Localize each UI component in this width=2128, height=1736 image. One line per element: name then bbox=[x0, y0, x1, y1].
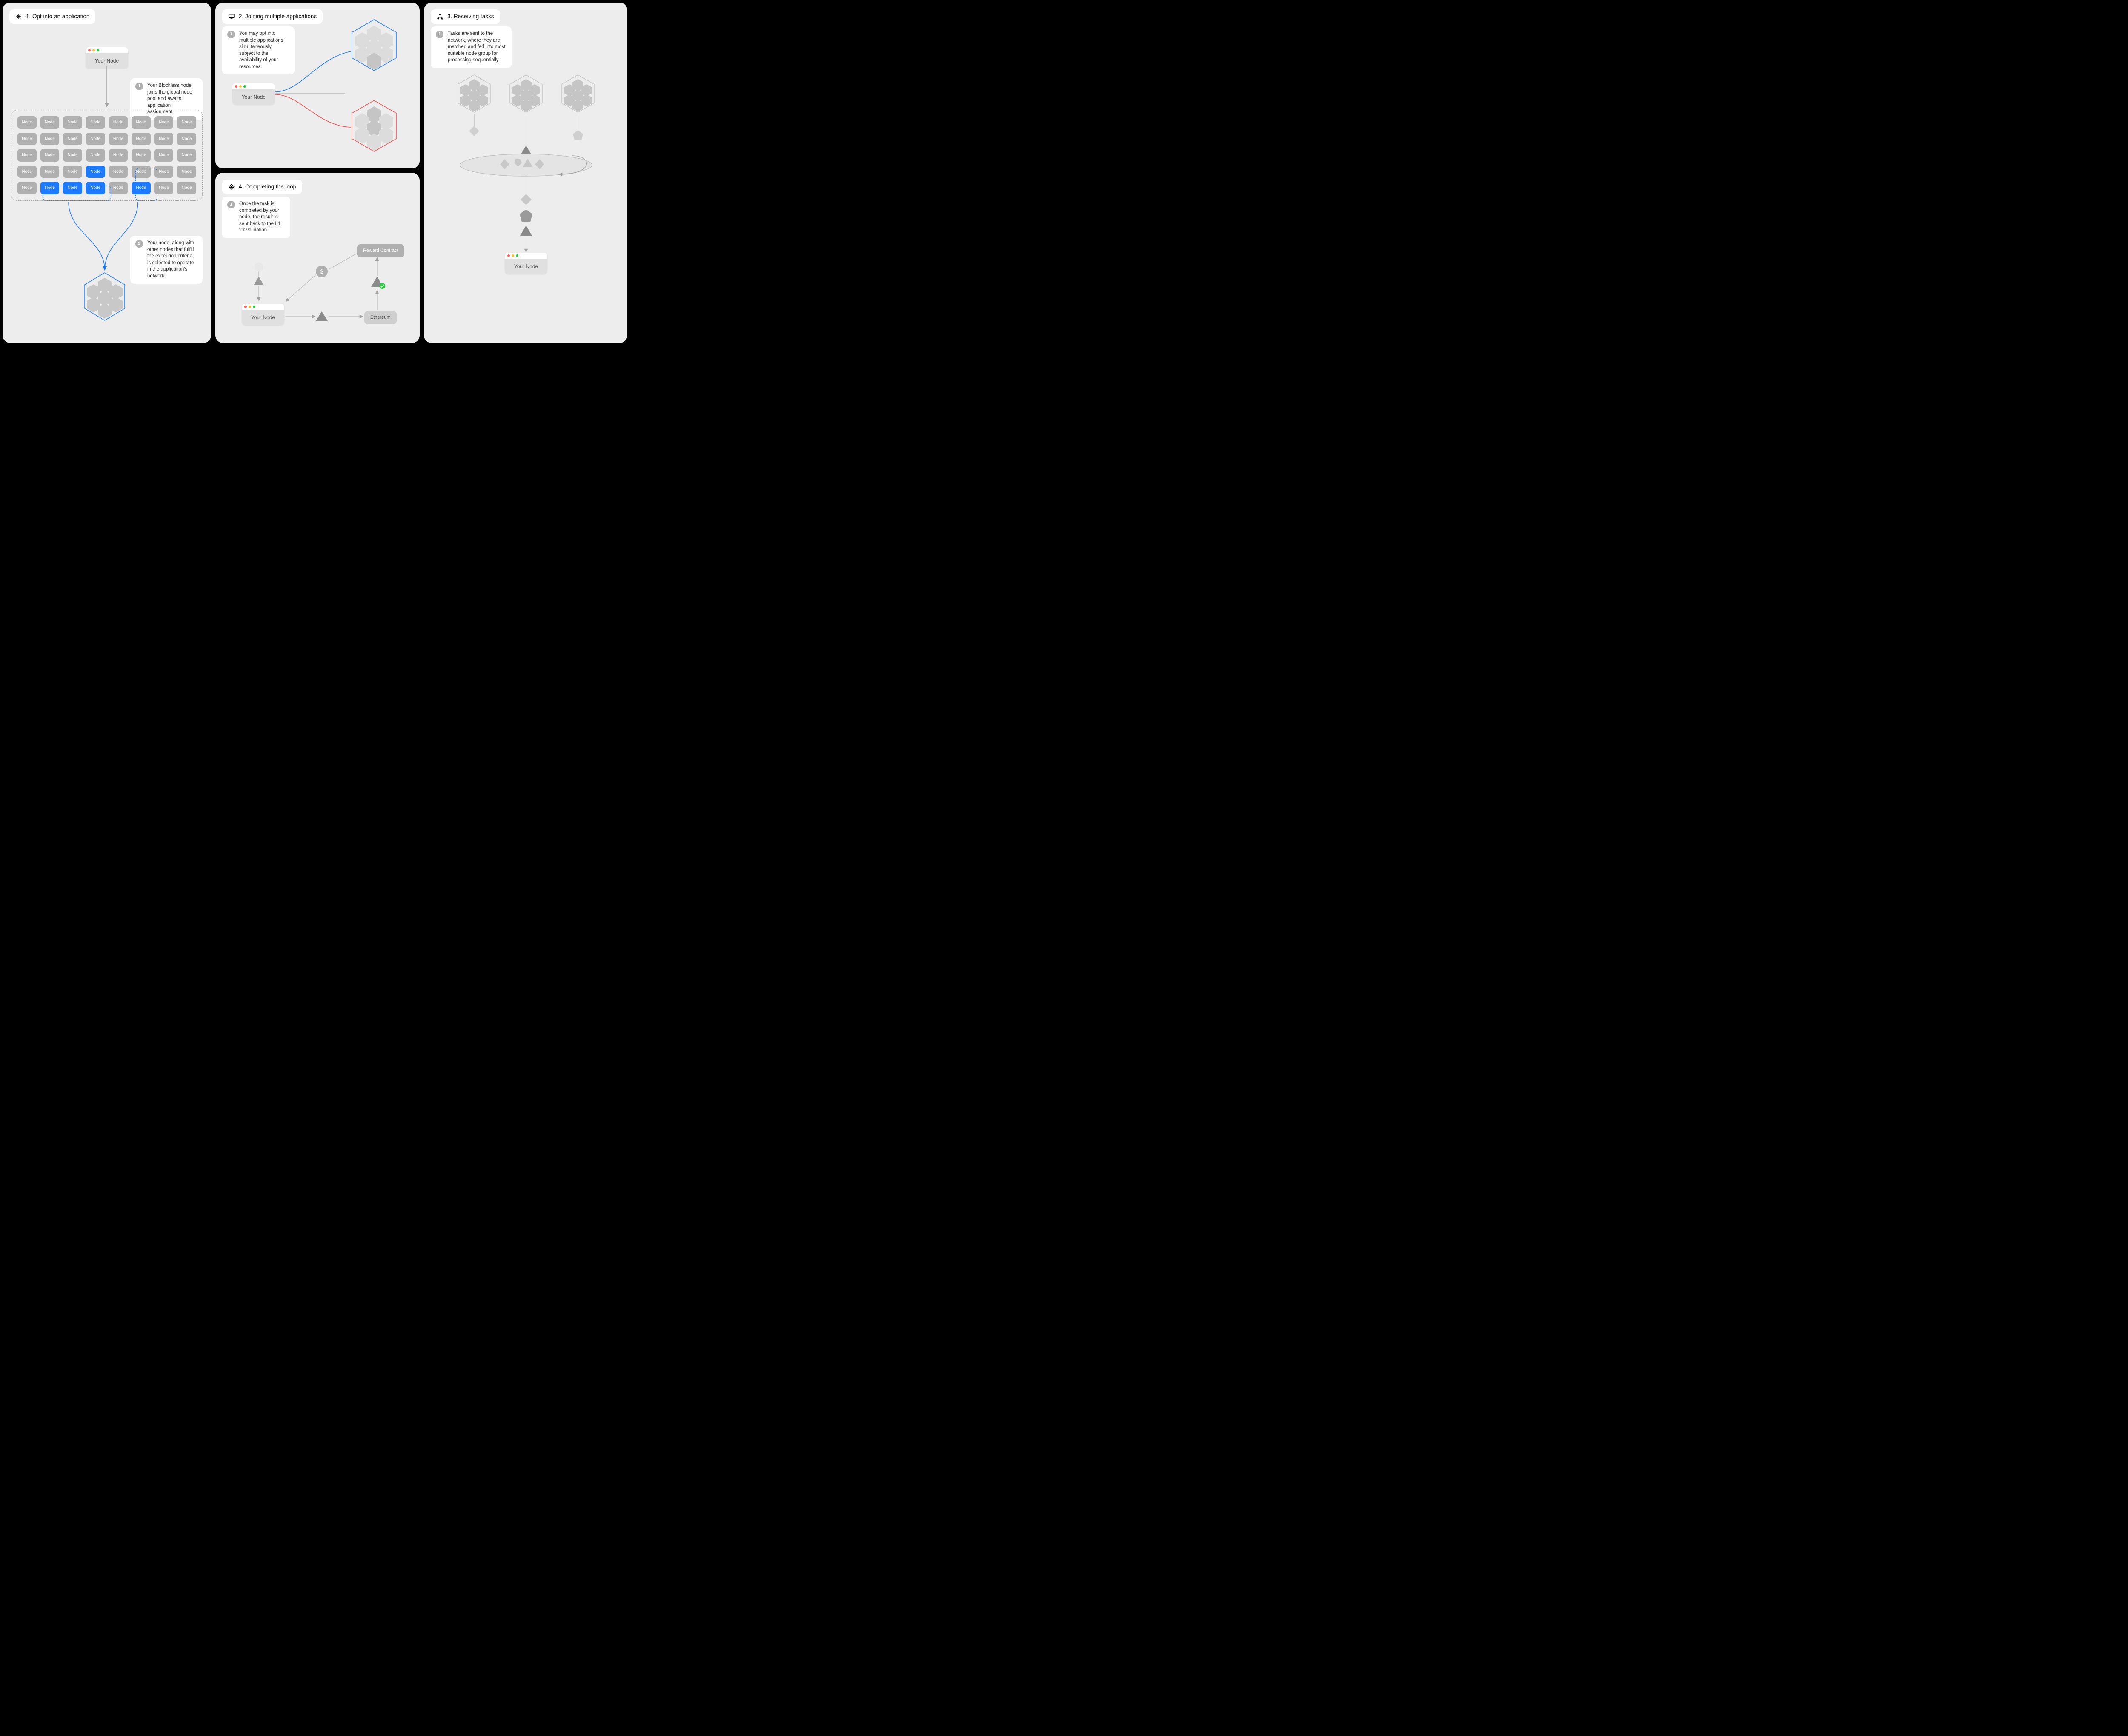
panel-title: 2. Joining multiple applications bbox=[222, 9, 323, 24]
your-node-window: Your Node bbox=[505, 253, 547, 274]
node-chip: Node bbox=[86, 182, 105, 194]
node-chip: Node bbox=[154, 182, 174, 194]
your-node-label: Your Node bbox=[242, 310, 284, 325]
panel-title: 3. Receiving tasks bbox=[431, 9, 500, 24]
node-chip: Node bbox=[109, 166, 128, 178]
node-chip: Node bbox=[86, 133, 105, 146]
callout-p4: 1 Once the task is completed by your nod… bbox=[222, 197, 290, 238]
callout-p3: 1 Tasks are sent to the network, where t… bbox=[431, 26, 512, 68]
asterisk-icon bbox=[15, 13, 22, 20]
node-chip: Node bbox=[132, 166, 151, 178]
node-chip: Node bbox=[109, 182, 128, 194]
node-chip: Node bbox=[40, 116, 60, 129]
callout-number: 1 bbox=[227, 31, 235, 38]
window-traffic-lights bbox=[242, 304, 284, 310]
node-chip: Node bbox=[132, 149, 151, 162]
task-triangle-icon bbox=[316, 311, 328, 321]
task-pentagon-icon bbox=[573, 130, 583, 140]
node-chip: Node bbox=[132, 182, 151, 194]
ethereum-label: Ethereum bbox=[364, 311, 397, 324]
callout-text: Once the task is completed by your node,… bbox=[239, 201, 285, 234]
node-chip: Node bbox=[40, 182, 60, 194]
panel-opt-in: 1. Opt into an application Your Node 1 Y… bbox=[3, 3, 211, 343]
task-triangle-icon bbox=[521, 146, 532, 155]
task-triangle-validated-icon bbox=[371, 277, 383, 287]
your-node-window: Your Node bbox=[232, 83, 275, 105]
node-chip: Node bbox=[17, 133, 37, 146]
node-chip: Node bbox=[86, 149, 105, 162]
node-chip: Node bbox=[40, 149, 60, 162]
node-chip: Node bbox=[177, 166, 196, 178]
node-chip: Node bbox=[154, 149, 174, 162]
node-chip: Node bbox=[132, 133, 151, 146]
node-chip: Node bbox=[132, 116, 151, 129]
window-traffic-lights bbox=[86, 47, 128, 53]
hex-cluster-icon bbox=[458, 75, 594, 112]
diamond-grid-icon bbox=[228, 183, 235, 190]
monitor-icon bbox=[228, 13, 235, 20]
node-chip: Node bbox=[177, 182, 196, 194]
node-chip: Node bbox=[63, 166, 82, 178]
panel-title: 4. Completing the loop bbox=[222, 180, 302, 194]
your-node-window: Your Node bbox=[86, 47, 128, 69]
your-node-label: Your Node bbox=[232, 89, 275, 105]
node-pool: NodeNodeNodeNodeNodeNodeNodeNodeNodeNode… bbox=[11, 110, 203, 201]
node-chip: Node bbox=[154, 133, 174, 146]
task-diamond-icon bbox=[469, 126, 479, 136]
cube-icon bbox=[255, 262, 263, 271]
node-chip: Node bbox=[154, 166, 174, 178]
node-chip: Node bbox=[109, 116, 128, 129]
callout-text: You may opt into multiple applications s… bbox=[239, 31, 289, 70]
task-triangle-icon bbox=[254, 277, 264, 285]
node-chip: Node bbox=[177, 149, 196, 162]
node-chip: Node bbox=[63, 149, 82, 162]
node-chip: Node bbox=[109, 133, 128, 146]
callout-number: 1 bbox=[135, 83, 143, 90]
task-diamond-icon bbox=[521, 194, 532, 205]
your-node-label: Your Node bbox=[505, 259, 547, 274]
node-chip: Node bbox=[17, 166, 37, 178]
panel-title-text: 1. Opt into an application bbox=[26, 13, 89, 20]
node-chip: Node bbox=[63, 133, 82, 146]
node-chip: Node bbox=[17, 116, 37, 129]
panel-completing-loop: 4. Completing the loop 1 Once the task i… bbox=[215, 173, 420, 343]
node-chip: Node bbox=[40, 133, 60, 146]
panel-joining-multiple: 2. Joining multiple applications 1 You m… bbox=[215, 3, 420, 168]
hex-cluster-red-icon bbox=[352, 100, 396, 151]
callout-2: 2 Your node, along with other nodes that… bbox=[130, 236, 203, 284]
network-icon bbox=[437, 13, 443, 20]
callout-text: Your node, along with other nodes that f… bbox=[147, 240, 197, 280]
your-node-label: Your Node bbox=[86, 53, 128, 69]
callout-number: 2 bbox=[135, 240, 143, 248]
hex-cluster-icon bbox=[85, 273, 125, 320]
callout-p2: 1 You may opt into multiple applications… bbox=[222, 26, 295, 74]
callout-text: Tasks are sent to the network, where the… bbox=[448, 31, 506, 64]
panel-title-text: 2. Joining multiple applications bbox=[239, 13, 317, 20]
node-chip: Node bbox=[177, 116, 196, 129]
node-chip: Node bbox=[63, 182, 82, 194]
hex-cluster-blue-icon bbox=[352, 20, 396, 71]
task-pentagon-icon bbox=[520, 209, 532, 222]
node-chip: Node bbox=[86, 166, 105, 178]
reward-contract-label: Reward Contract bbox=[357, 244, 404, 257]
node-chip: Node bbox=[63, 116, 82, 129]
node-chip: Node bbox=[17, 149, 37, 162]
panel-title: 1. Opt into an application bbox=[9, 9, 95, 24]
window-traffic-lights bbox=[505, 253, 547, 259]
node-chip: Node bbox=[109, 149, 128, 162]
callout-number: 1 bbox=[436, 31, 443, 38]
panel-title-text: 3. Receiving tasks bbox=[447, 13, 494, 20]
node-chip: Node bbox=[154, 116, 174, 129]
node-chip: Node bbox=[86, 116, 105, 129]
panel-receiving-tasks: 3. Receiving tasks 1 Tasks are sent to t… bbox=[424, 3, 627, 343]
window-traffic-lights bbox=[232, 83, 275, 89]
your-node-window: Your Node bbox=[242, 304, 284, 325]
task-triangle-icon bbox=[520, 226, 532, 236]
panel-title-text: 4. Completing the loop bbox=[239, 183, 296, 191]
node-chip: Node bbox=[40, 166, 60, 178]
node-chip: Node bbox=[17, 182, 37, 194]
node-chip: Node bbox=[177, 133, 196, 146]
callout-number: 1 bbox=[227, 201, 235, 208]
dollar-icon: $ bbox=[316, 266, 328, 277]
